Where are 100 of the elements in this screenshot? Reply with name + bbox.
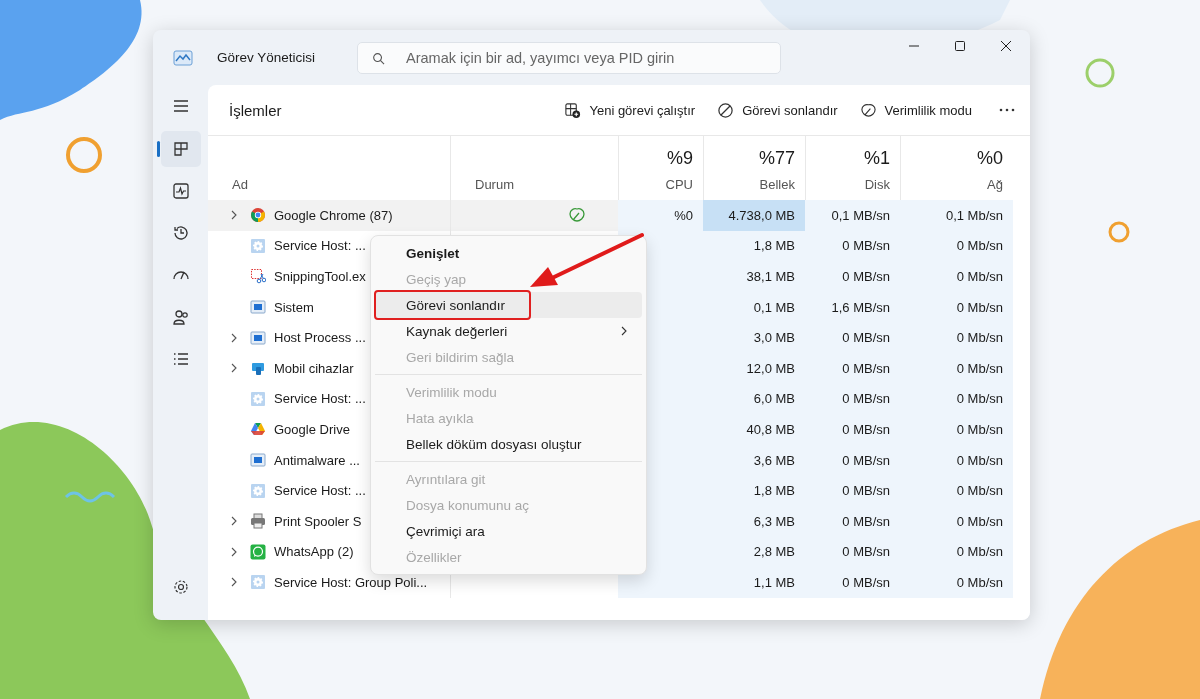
list-icon — [171, 350, 190, 368]
process-name: Host Process ... — [274, 330, 366, 346]
table-cell: 2,8 MB — [703, 536, 805, 568]
menu-item[interactable]: Kaynak değerleri — [375, 318, 642, 344]
process-name: Service Host: Group Poli... — [274, 574, 428, 590]
process-name: Google Chrome (87) — [274, 207, 393, 223]
usage-percent: %0 — [977, 148, 1003, 169]
chevron-icon[interactable] — [230, 577, 238, 588]
column-label: Ağ — [987, 177, 1003, 192]
chevron-icon[interactable] — [230, 210, 238, 221]
chevron-icon[interactable] — [230, 546, 238, 557]
table-cell: 0 MB/sn — [805, 475, 900, 506]
leaf-icon — [859, 101, 877, 119]
toolbar-button[interactable]: Görevi sonlandır — [709, 95, 846, 125]
table-cell: 6,0 MB — [703, 383, 805, 415]
process-name: WhatsApp (2) — [274, 544, 354, 560]
table-cell: 0 Mb/sn — [900, 414, 1013, 445]
ring-decoration — [1108, 221, 1130, 243]
gear-icon — [250, 237, 266, 254]
close-icon[interactable] — [1000, 40, 1012, 52]
menu-item[interactable]: Bellek döküm dosyası oluştur — [375, 431, 642, 457]
table-cell: 0 Mb/sn — [900, 352, 1013, 384]
process-name: SnippingTool.ex — [274, 269, 366, 284]
window-title: Görev Yöneticisi — [217, 50, 317, 65]
chat-icon — [250, 543, 266, 560]
table-cell: 0 MB/sn — [805, 505, 900, 537]
window-icon — [250, 299, 266, 316]
menu-item[interactable]: Genişlet — [375, 240, 642, 266]
table-cell: 0 Mb/sn — [900, 444, 1013, 476]
chevron-icon[interactable] — [230, 332, 238, 343]
table-cell: 12,0 MB — [703, 352, 805, 384]
table-cell: 0,1 MB/sn — [805, 200, 900, 231]
toolbar-button[interactable]: Verimlilik modu — [851, 95, 980, 125]
table-cell: 0 MB/sn — [805, 352, 900, 384]
table-cell: 0 MB/sn — [805, 261, 900, 292]
chart-icon — [171, 182, 190, 200]
menu-icon[interactable] — [171, 97, 190, 115]
maximize-icon[interactable] — [954, 40, 966, 52]
chevron-icon[interactable] — [230, 516, 238, 527]
table-cell: 0 Mb/sn — [900, 536, 1013, 568]
table-cell: 0 MB/sn — [805, 567, 900, 598]
table-cell: 0 Mb/sn — [900, 505, 1013, 537]
sidebar-item[interactable] — [160, 131, 201, 167]
process-name: Google Drive — [274, 421, 350, 437]
table-cell: 0 MB/sn — [805, 322, 900, 353]
toolbar-button[interactable]: Yeni görevi çalıştır — [556, 95, 704, 125]
table-cell: 1,1 MB — [703, 567, 805, 598]
scissors-icon — [250, 268, 266, 285]
clock-icon — [171, 224, 190, 242]
more-icon[interactable] — [998, 107, 1016, 113]
column-label: Bellek — [759, 177, 795, 192]
usage-percent: %77 — [758, 148, 795, 169]
prohibited-icon — [717, 101, 735, 119]
users-icon — [171, 308, 190, 326]
phone-icon — [250, 360, 266, 377]
process-name: Sistem — [274, 299, 314, 315]
settings-icon[interactable] — [171, 578, 190, 596]
table-cell: 0 Mb/sn — [900, 261, 1013, 292]
menu-item[interactable]: Çevrimiçi ara — [375, 518, 642, 544]
table-cell: 38,1 MB — [703, 261, 805, 292]
table-cell: 0 MB/sn — [805, 383, 900, 415]
process-name: Mobil cihazlar — [274, 360, 354, 376]
process-name: Service Host: ... — [274, 238, 366, 254]
table-cell: 0 Mb/sn — [900, 291, 1013, 323]
table-cell: 0 MB/sn — [805, 536, 900, 568]
process-name: Antimalware ... — [274, 452, 360, 468]
table-cell: 3,6 MB — [703, 444, 805, 476]
usage-percent: %9 — [667, 148, 693, 169]
table-cell: 0,1 MB — [703, 291, 805, 323]
chevron-icon[interactable] — [230, 363, 238, 374]
printer-icon — [250, 513, 266, 530]
table-cell: 40,8 MB — [703, 414, 805, 445]
table-cell: 0 Mb/sn — [900, 322, 1013, 353]
process-name: Service Host: ... — [274, 483, 366, 499]
menu-item[interactable]: Görevi sonlandır — [375, 292, 642, 318]
table-cell: 1,8 MB — [703, 230, 805, 262]
search-field[interactable]: Aramak için bir ad, yayımcı veya PID girin — [357, 41, 781, 74]
table-cell: 0 MB/sn — [805, 414, 900, 445]
table-cell: %0 — [618, 200, 703, 231]
search-icon — [372, 51, 385, 65]
column-label: Durum — [475, 177, 515, 192]
grid-icon — [171, 140, 190, 158]
table-cell: 0 MB/sn — [805, 444, 900, 476]
browser-icon — [250, 207, 266, 224]
table-cell: 0 MB/sn — [805, 230, 900, 262]
app-icon — [173, 49, 193, 66]
gear-icon — [250, 574, 266, 591]
column-label: Disk — [864, 177, 890, 192]
column-header[interactable]: Ad — [208, 136, 450, 200]
ring-decoration — [66, 137, 102, 173]
ring-decoration — [1085, 58, 1115, 88]
table-cell: 0 Mb/sn — [900, 383, 1013, 415]
table-cell: 4.738,0 MB — [703, 200, 805, 231]
triangle-icon — [250, 421, 266, 438]
column-label: CPU — [665, 177, 693, 192]
process-name: Print Spooler S — [274, 513, 362, 529]
usage-percent: %1 — [864, 148, 890, 169]
window-plus-icon — [564, 101, 582, 119]
page-title: İşlemler — [229, 101, 282, 119]
table-cell: 3,0 MB — [703, 322, 805, 353]
